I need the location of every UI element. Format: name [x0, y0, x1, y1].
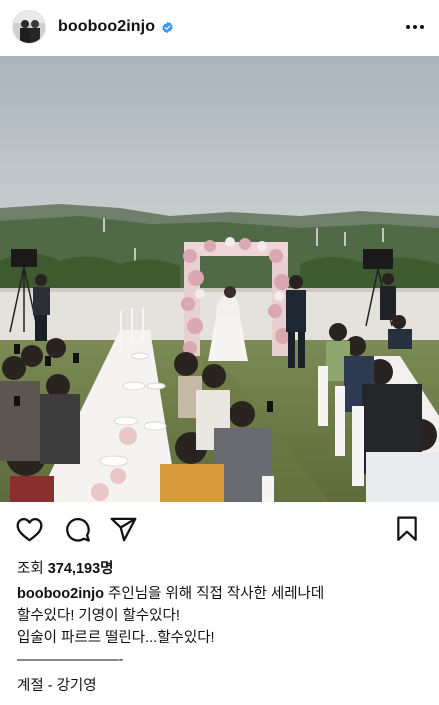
caption-line: 주인님을 위해 직접 작사한 세레나데 — [108, 586, 325, 602]
more-options-button[interactable] — [403, 15, 427, 39]
action-bar — [0, 510, 439, 550]
post-media[interactable] — [0, 56, 439, 502]
views-count: 374,193명 — [47, 561, 114, 577]
bookmark-icon — [397, 516, 417, 541]
caption-username[interactable]: booboo2injo — [17, 586, 104, 602]
caption-divider: ———————- — [17, 652, 124, 668]
post-header: booboo2injo — [0, 0, 439, 54]
caption-line: 입술이 파르르 떨린다...할수있다! — [17, 630, 215, 646]
username[interactable]: booboo2injo — [58, 18, 155, 36]
heart-icon — [16, 517, 42, 541]
more-options-icon — [406, 25, 424, 29]
caption-line: 계절 - 강기영 — [17, 678, 97, 694]
share-button[interactable] — [108, 514, 138, 544]
verified-badge-icon — [162, 21, 173, 33]
avatar-photo — [13, 11, 45, 43]
like-button[interactable] — [14, 514, 44, 544]
wedding-photo — [0, 56, 439, 502]
caption-line: 할수있다! 기영이 할수있다! — [17, 608, 180, 624]
post-caption: booboo2injo 주인님을 위해 직접 작사한 세레나데 할수있다! 기영… — [17, 583, 427, 697]
views-label: 조회 — [17, 561, 44, 577]
share-paper-plane-icon — [110, 517, 136, 541]
save-button[interactable] — [392, 514, 422, 544]
avatar[interactable] — [12, 10, 46, 44]
comment-button[interactable] — [62, 514, 92, 544]
comment-icon — [65, 517, 90, 542]
view-count: 조회 374,193명 — [17, 557, 113, 578]
